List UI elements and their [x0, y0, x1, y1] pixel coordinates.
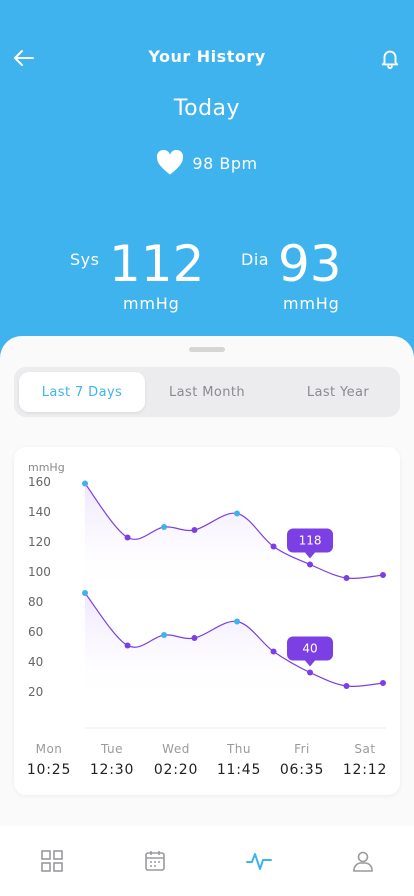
tab-last-7-days[interactable]: Last 7 Days [19, 372, 145, 412]
day-name: Tue [101, 742, 123, 756]
heart-rate-value: 98 Bpm [192, 153, 258, 173]
day-name: Thu [226, 742, 252, 756]
data-point [234, 510, 241, 517]
y-tick-label: 60 [28, 625, 43, 639]
bottom-nav [0, 826, 414, 896]
data-point [270, 648, 277, 655]
bell-icon [381, 50, 399, 69]
tab-last-year[interactable]: Last Year [275, 372, 401, 412]
grid-icon [41, 850, 63, 872]
nav-profile[interactable] [348, 846, 378, 876]
data-point [234, 618, 241, 625]
data-point [161, 632, 168, 638]
page-title: Your History [148, 47, 266, 66]
y-tick-label: 80 [28, 595, 43, 609]
data-point [161, 524, 168, 530]
nav-dashboard[interactable] [37, 846, 67, 876]
notifications-button[interactable] [376, 44, 404, 72]
day-column: Wed 02:20 [141, 742, 211, 778]
period-label: Today [173, 96, 241, 121]
data-point [307, 561, 314, 568]
day-name: Sat [354, 742, 376, 756]
data-point [343, 575, 350, 581]
drag-handle[interactable] [189, 347, 225, 352]
day-column: Mon 10:25 [14, 742, 84, 778]
diastolic-unit: mmHg [283, 294, 340, 313]
data-point [380, 572, 386, 578]
data-point [191, 527, 198, 533]
heart-rate: 98 Bpm [0, 150, 414, 176]
value-callout-pointer [305, 552, 316, 559]
day-column: Thu 11:45 [204, 742, 274, 778]
day-time: 11:45 [216, 762, 262, 778]
day-time: 02:20 [153, 762, 199, 778]
data-point [82, 590, 88, 596]
heart-icon [157, 150, 184, 175]
data-point [191, 635, 198, 641]
day-time: 06:35 [279, 762, 325, 778]
data-point [124, 642, 131, 649]
diastolic-value: 93 [278, 235, 342, 293]
value-callout-text: 40 [302, 642, 317, 656]
data-point [307, 669, 314, 676]
day-column: Tue 12:30 [77, 742, 147, 778]
nav-calendar[interactable] [140, 846, 170, 876]
y-axis-label: mmHg [28, 461, 65, 474]
y-tick-label: 20 [28, 685, 43, 699]
systolic-label: Sys [70, 250, 100, 269]
y-tick-label: 100 [28, 565, 51, 579]
y-tick-label: 40 [28, 655, 43, 669]
y-tick-label: 120 [28, 535, 51, 549]
user-icon [353, 851, 373, 872]
day-column: Sat 12:12 [330, 742, 400, 778]
chart-card: mmHg 160 140 120 100 80 60 40 20 118 40 Mon 10:25 Tu… [14, 447, 400, 795]
y-tick-label: 160 [28, 475, 51, 489]
day-name: Wed [162, 742, 190, 756]
bp-line-chart: mmHg160 140 120 100 80 60 40 20 118 40 [28, 461, 386, 729]
range-selector: Last 7 Days Last Month Last Year [14, 367, 400, 417]
data-point [343, 683, 350, 689]
day-labels: Mon 10:25 Tue 12:30 Wed 02:20 Thu 11:45 Fri 06:35… [14, 742, 400, 792]
y-tick-label: 140 [28, 505, 51, 519]
value-callout-text: 118 [299, 534, 322, 548]
data-point [270, 543, 277, 550]
nav-activity[interactable] [244, 846, 274, 876]
systolic-value: 112 [109, 235, 205, 293]
data-point [82, 480, 88, 487]
day-time: 10:25 [26, 762, 72, 778]
day-time: 12:12 [342, 762, 388, 778]
heart-pulse-icon [246, 853, 272, 870]
diastolic-label: Dia [241, 250, 270, 269]
calendar-icon [145, 851, 165, 871]
day-name: Fri [294, 742, 310, 756]
day-time: 12:30 [89, 762, 135, 778]
top-bar: Your History [0, 40, 414, 76]
day-name: Mon [35, 742, 63, 756]
data-point [380, 680, 386, 686]
tab-last-month[interactable]: Last Month [144, 372, 270, 412]
value-callout-pointer [305, 660, 316, 667]
data-point [124, 534, 131, 541]
day-column: Fri 06:35 [267, 742, 337, 778]
systolic-unit: mmHg [123, 294, 180, 313]
